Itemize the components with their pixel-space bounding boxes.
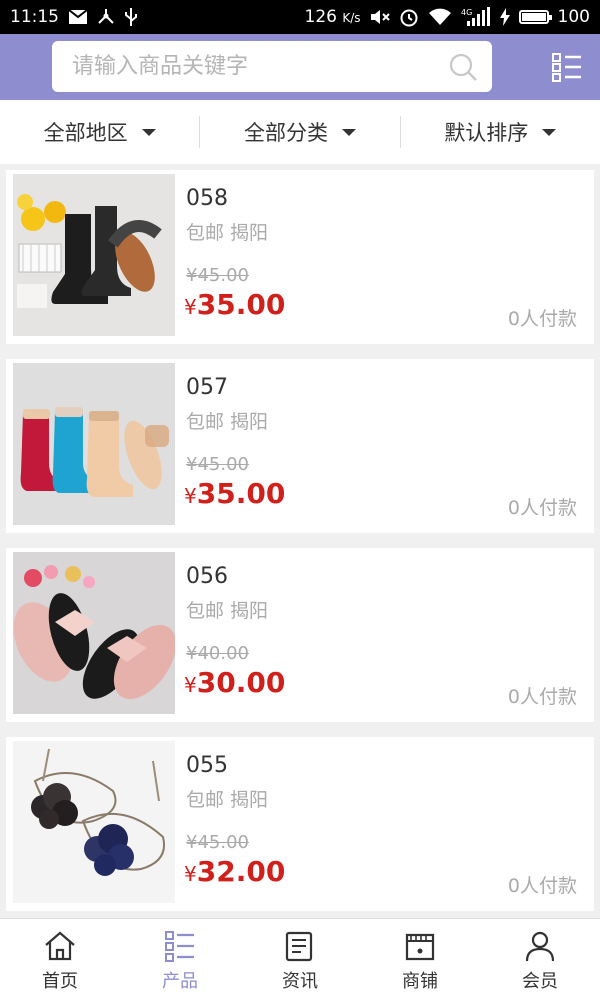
usb-icon xyxy=(124,7,138,27)
product-price: ¥35.00 xyxy=(184,288,286,321)
product-shipping: 包邮 揭阳 xyxy=(186,789,269,811)
product-item[interactable]: 055 包邮 揭阳 ¥45.00 ¥32.00 0人付款 xyxy=(6,737,594,911)
status-time: 11:15 xyxy=(10,7,59,27)
product-name: 056 xyxy=(186,564,228,589)
nav-label: 资讯 xyxy=(282,971,318,992)
nav-member[interactable]: 会员 xyxy=(480,919,600,1001)
product-image-rain-boots[interactable] xyxy=(13,174,175,336)
nav-products[interactable]: 产品 xyxy=(120,919,240,1001)
product-name: 058 xyxy=(186,186,228,211)
status-bar: 11:15 126 K/s 4G 100 xyxy=(0,0,600,34)
product-paid-count: 0人付款 xyxy=(507,686,577,708)
home-icon xyxy=(45,931,75,961)
product-list: 058 包邮 揭阳 ¥45.00 ¥35.00 0人付款 057 包邮 揭阳 ¥… xyxy=(6,170,594,926)
network-speed: 126 K/s xyxy=(304,7,361,27)
product-shipping: 包邮 揭阳 xyxy=(186,411,269,433)
nav-label: 会员 xyxy=(522,971,558,992)
shop-icon xyxy=(405,933,435,961)
product-name: 055 xyxy=(186,753,228,778)
alarm-icon xyxy=(399,7,419,27)
filter-bar: 全部地区 全部分类 默认排序 xyxy=(0,100,600,164)
product-item[interactable]: 057 包邮 揭阳 ¥45.00 ¥35.00 0人付款 xyxy=(6,359,594,533)
search-box[interactable] xyxy=(52,41,492,92)
caret-down-icon xyxy=(542,128,557,136)
caret-down-icon xyxy=(341,128,356,136)
news-icon xyxy=(285,931,313,962)
product-list-icon xyxy=(165,931,194,962)
filter-region[interactable]: 全部地区 xyxy=(0,116,199,148)
wifi-icon xyxy=(428,8,452,26)
bottom-nav: 首页 产品 资讯 商铺 会员 xyxy=(0,918,600,1001)
product-shipping: 包邮 揭阳 xyxy=(186,222,269,244)
product-paid-count: 0人付款 xyxy=(507,875,577,897)
mute-icon xyxy=(370,8,390,26)
product-old-price: ¥40.00 xyxy=(186,643,249,664)
grid-menu-icon[interactable] xyxy=(551,51,583,83)
nav-home[interactable]: 首页 xyxy=(0,919,120,1001)
svg-text:4G: 4G xyxy=(461,8,472,17)
filter-label: 全部分类 xyxy=(243,121,328,145)
header xyxy=(0,34,600,100)
filter-label: 默认排序 xyxy=(444,121,529,145)
product-price: ¥32.00 xyxy=(184,855,286,888)
product-paid-count: 0人付款 xyxy=(507,497,577,519)
battery-level: 100 xyxy=(557,7,590,27)
product-image-bow-flip-flops[interactable] xyxy=(13,552,175,714)
charging-icon xyxy=(499,8,510,26)
message-icon xyxy=(68,9,88,25)
product-image-short-rain-boots[interactable] xyxy=(13,363,175,525)
product-item[interactable]: 056 包邮 揭阳 ¥40.00 ¥30.00 0人付款 xyxy=(6,548,594,722)
nav-label: 产品 xyxy=(162,971,198,992)
filter-label: 全部地区 xyxy=(43,121,128,145)
search-input[interactable] xyxy=(70,53,448,80)
product-old-price: ¥45.00 xyxy=(186,832,249,853)
search-icon[interactable] xyxy=(448,52,478,82)
product-old-price: ¥45.00 xyxy=(186,454,249,475)
product-price: ¥35.00 xyxy=(184,477,286,510)
product-old-price: ¥45.00 xyxy=(186,265,249,286)
product-name: 057 xyxy=(186,375,228,400)
nav-news[interactable]: 资讯 xyxy=(240,919,360,1001)
product-paid-count: 0人付款 xyxy=(507,308,577,330)
signal-icon: 4G xyxy=(461,7,491,27)
filter-sort[interactable]: 默认排序 xyxy=(399,116,600,148)
nav-label: 商铺 xyxy=(402,971,438,992)
user-icon xyxy=(525,931,555,962)
share-icon xyxy=(97,8,115,26)
caret-down-icon xyxy=(141,128,156,136)
product-image-flower-sandals[interactable] xyxy=(13,741,175,903)
product-item[interactable]: 058 包邮 揭阳 ¥45.00 ¥35.00 0人付款 xyxy=(6,170,594,344)
product-price: ¥30.00 xyxy=(184,666,286,699)
nav-shop[interactable]: 商铺 xyxy=(360,919,480,1001)
battery-icon xyxy=(518,10,552,24)
filter-category[interactable]: 全部分类 xyxy=(199,116,399,148)
product-shipping: 包邮 揭阳 xyxy=(186,600,269,622)
nav-label: 首页 xyxy=(42,971,78,992)
